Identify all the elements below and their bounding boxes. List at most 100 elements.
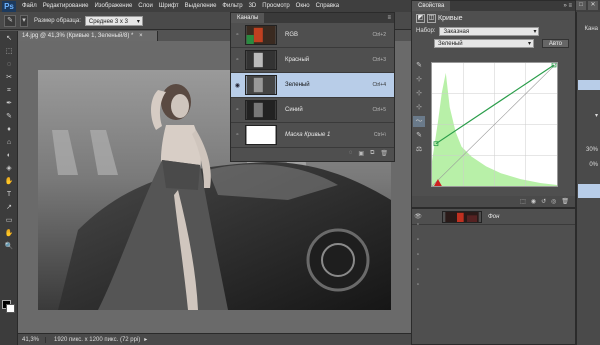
- dropdown-arrow-icon[interactable]: ▾: [578, 112, 600, 119]
- adjustment-add-icon[interactable]: ▫: [411, 267, 425, 273]
- visibility-icon[interactable]: ▫: [233, 132, 242, 138]
- channel-name: RGB: [285, 32, 299, 38]
- crop-tool-icon[interactable]: ⌗: [2, 85, 16, 96]
- channel-shortcut: Ctrl+5: [372, 107, 386, 113]
- gradient-tool-icon[interactable]: ✋: [2, 176, 16, 187]
- visibility-toggle-icon[interactable]: ◎: [551, 198, 556, 205]
- type-tool-icon[interactable]: T: [2, 189, 16, 200]
- new-channel-icon[interactable]: ⧉: [370, 150, 374, 157]
- eyedropper-icon[interactable]: ✎: [4, 14, 16, 27]
- brush-tool-icon[interactable]: ♦: [2, 124, 16, 135]
- car-wheel: [306, 228, 370, 292]
- eye-icon[interactable]: 👁: [412, 213, 424, 220]
- visibility-icon[interactable]: ▫: [233, 57, 242, 63]
- channel-thumbnail-rgb: [245, 25, 277, 45]
- channel-row-red[interactable]: ▫ Красный Ctrl+3: [231, 48, 394, 73]
- curve-point-tool-icon[interactable]: 〜: [413, 116, 425, 127]
- close-document-icon[interactable]: ×: [139, 33, 143, 39]
- preset-select[interactable]: Заказная: [439, 26, 540, 37]
- channel-thumbnail-mask: [245, 125, 277, 145]
- channel-row-mask[interactable]: ▫ Маска Кривые 1 Ctrl+\: [231, 123, 394, 148]
- sample-size-select[interactable]: Среднее 3 х 3: [84, 15, 143, 27]
- maximize-button[interactable]: □: [576, 1, 586, 10]
- mask-icon[interactable]: ◫: [427, 13, 436, 23]
- channel-thumbnail-red: [245, 50, 277, 70]
- channel-row-blue[interactable]: ▫ Синий Ctrl+5: [231, 98, 394, 123]
- clip-to-layer-icon[interactable]: ⬚: [520, 198, 526, 205]
- menu-image[interactable]: Изображение: [94, 3, 132, 9]
- channel-select[interactable]: Зеленый: [434, 38, 534, 49]
- hand-tool-icon[interactable]: ✋: [2, 228, 16, 239]
- panel-menu-icon[interactable]: ≡: [387, 15, 391, 21]
- preset-row: Набор: Заказная: [412, 25, 575, 37]
- menu-window[interactable]: Окно: [296, 3, 310, 9]
- marquee-tool-icon[interactable]: ⬚: [2, 46, 16, 57]
- pencil-draw-icon[interactable]: ✎: [413, 130, 425, 141]
- visibility-icon[interactable]: ▫: [233, 107, 242, 113]
- zoom-level[interactable]: 41,3%: [18, 336, 46, 343]
- shape-tool-icon[interactable]: ▭: [2, 215, 16, 226]
- close-window-button[interactable]: ✕: [588, 1, 598, 10]
- fx-icon[interactable]: ▫: [411, 237, 425, 243]
- history-brush-tool-icon[interactable]: ◐: [2, 150, 16, 161]
- eraser-tool-icon[interactable]: ◈: [2, 163, 16, 174]
- photoshop-logo: Ps: [2, 0, 16, 12]
- healing-tool-icon[interactable]: ✎: [2, 111, 16, 122]
- quick-select-tool-icon[interactable]: ✂: [2, 72, 16, 83]
- save-selection-icon[interactable]: ▣: [358, 150, 364, 157]
- reset-icon[interactable]: ↺: [541, 198, 546, 205]
- tools-panel: ↖ ⬚ ◌ ✂ ⌗ ✒ ✎ ♦ ⌂ ◐ ◈ ✋ T ↗ ▭ ✋ 🔍: [0, 31, 18, 345]
- auto-button[interactable]: Авто: [541, 38, 569, 48]
- channels-footer: ◌ ▣ ⧉ 🗑: [231, 148, 394, 158]
- curves-title: Кривые: [438, 14, 463, 22]
- stamp-tool-icon[interactable]: ⌂: [2, 137, 16, 148]
- channels-header: Каналы ≡: [231, 13, 394, 23]
- trash-icon[interactable]: 🗑: [561, 198, 569, 205]
- channel-name: Маска Кривые 1: [285, 132, 331, 138]
- trash-icon[interactable]: 🗑: [380, 150, 388, 157]
- eye-icon[interactable]: ◉: [233, 82, 242, 89]
- menu-file[interactable]: Файл: [22, 3, 37, 9]
- channel-row-green[interactable]: ◉ Зеленый Ctrl+4: [231, 73, 394, 98]
- background-color-swatch[interactable]: [6, 304, 15, 313]
- visibility-icon[interactable]: ▫: [233, 32, 242, 38]
- tab-channels[interactable]: Каналы: [231, 13, 265, 23]
- menu-select[interactable]: Выделение: [185, 3, 217, 9]
- zoom-tool-icon[interactable]: 🔍: [2, 241, 16, 252]
- right-panel-strip: Кана ▾ 30% 0%: [576, 12, 600, 345]
- menu-filter[interactable]: Фильтр: [222, 3, 242, 9]
- move-tool-icon[interactable]: ↖: [2, 33, 16, 44]
- curves-graph[interactable]: [431, 62, 558, 187]
- menu-help[interactable]: Справка: [316, 3, 340, 9]
- link-icon[interactable]: ▫: [411, 222, 425, 228]
- curves-title-row: ◩ ◫ Кривые: [412, 11, 575, 25]
- load-selection-icon[interactable]: ◌: [349, 150, 353, 156]
- menu-edit[interactable]: Редактирование: [43, 3, 89, 9]
- channel-row-rgb[interactable]: ▫ RGB Ctrl+2: [231, 23, 394, 48]
- status-menu-arrow[interactable]: ▸: [144, 336, 147, 343]
- white-point-eyedropper-icon[interactable]: ⊹: [413, 102, 425, 113]
- layers-panel: 👁 Фон: [411, 208, 576, 345]
- group-icon[interactable]: ▫: [411, 282, 425, 288]
- channels-collapsed-label[interactable]: Кана: [578, 26, 600, 32]
- menu-view[interactable]: Просмотр: [262, 3, 289, 9]
- opacity-value[interactable]: 30%: [578, 147, 600, 153]
- view-previous-icon[interactable]: ◉: [531, 198, 536, 205]
- black-point-eyedropper-icon[interactable]: ⊹: [413, 74, 425, 85]
- tool-preset-icon[interactable]: ▾: [20, 14, 28, 27]
- gray-point-eyedropper-icon[interactable]: ⊹: [413, 88, 425, 99]
- layer-row-background[interactable]: 👁 Фон: [412, 209, 575, 225]
- eyedropper-tool-icon[interactable]: ✒: [2, 98, 16, 109]
- panel-controls-icon[interactable]: » ≡: [563, 3, 572, 9]
- mask-add-icon[interactable]: ▫: [411, 252, 425, 258]
- fill-value[interactable]: 0%: [578, 162, 600, 168]
- smooth-icon[interactable]: ⚖: [413, 144, 425, 155]
- menu-3d[interactable]: 3D: [249, 3, 257, 9]
- lasso-tool-icon[interactable]: ◌: [2, 59, 16, 70]
- document-tab[interactable]: 14.jpg @ 41,3% (Кривые 1, Зеленый/8) * ×: [18, 31, 158, 41]
- menu-type[interactable]: Шрифт: [159, 3, 179, 9]
- menu-layers[interactable]: Слои: [138, 3, 153, 9]
- target-adjust-icon[interactable]: ✎: [413, 60, 425, 71]
- tab-properties[interactable]: Свойства: [412, 1, 451, 11]
- path-select-tool-icon[interactable]: ↗: [2, 202, 16, 213]
